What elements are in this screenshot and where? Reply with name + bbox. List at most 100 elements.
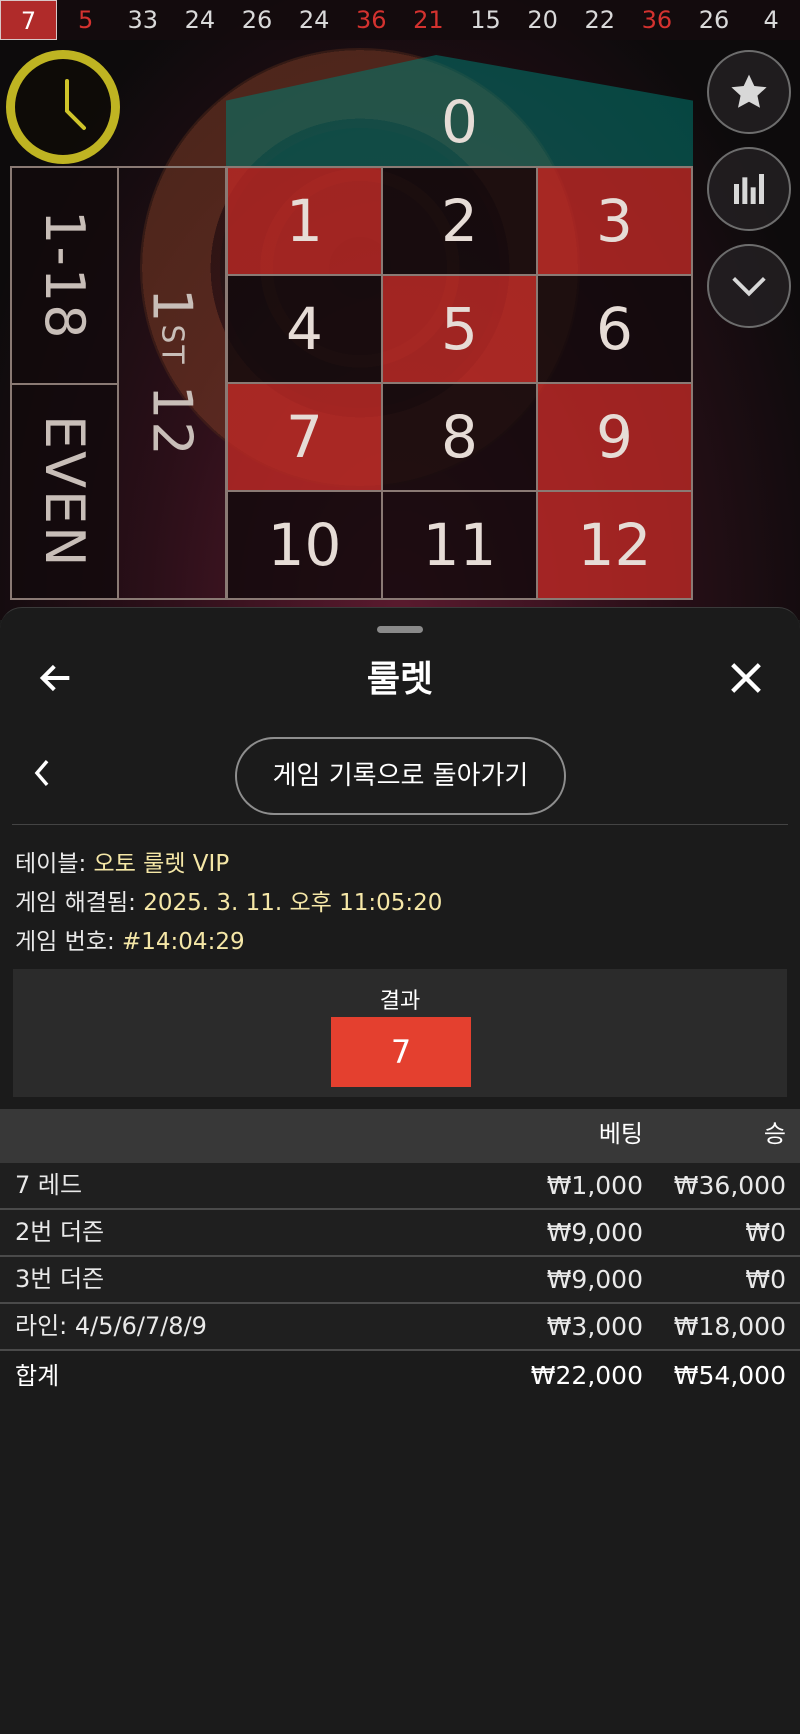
history-item: 21 <box>413 6 444 34</box>
cell-label: 11 <box>422 511 497 579</box>
game-number-info: 게임 번호: #14:04:29 <box>15 922 245 956</box>
bet-name: 라인: 4/5/6/7/8/9 <box>15 1312 207 1340</box>
divider <box>12 824 788 825</box>
history-item: 36 <box>641 6 673 34</box>
bet-cell-9[interactable]: 9 <box>536 382 693 492</box>
cell-label: 6 <box>596 295 633 363</box>
back-to-history-button[interactable]: 게임 기록으로 돌아가기 <box>235 737 566 815</box>
bet-1-18-label: 1-18 <box>33 210 96 341</box>
history-item: 15 <box>470 6 501 34</box>
bet-cell-4[interactable]: 4 <box>226 274 383 384</box>
bet-cell-6[interactable]: 6 <box>536 274 693 384</box>
dozen-value: 12 <box>140 384 204 458</box>
win-amount: ₩18,000 <box>673 1312 786 1341</box>
history-item: 4 <box>763 6 779 34</box>
sheet-drag-handle[interactable] <box>377 626 423 633</box>
timer-hand <box>64 108 87 131</box>
bet-cell-7[interactable]: 7 <box>226 382 383 492</box>
cell-label: 3 <box>596 187 633 255</box>
table-value: 오토 룰렛 VIP <box>93 851 230 877</box>
statistics-button[interactable] <box>707 147 791 231</box>
bet-even-label: EVEN <box>33 414 96 569</box>
history-item: 5 <box>78 6 94 34</box>
bet-cell-10[interactable]: 10 <box>226 490 383 600</box>
bet-cell-3[interactable]: 3 <box>536 166 693 276</box>
chevron-left-icon <box>34 759 49 787</box>
result-history-strip: 7 5 33 24 26 24 36 21 15 20 22 36 26 4 <box>0 0 800 40</box>
bet-table: 베팅 승 7 레드 ₩1,000 ₩36,000 2번 더즌 ₩9,000 ₩0… <box>0 1109 800 1401</box>
bet-name: 3번 더즌 <box>15 1265 105 1293</box>
bet-name: 2번 더즌 <box>15 1218 105 1246</box>
resolved-label: 게임 해결됨: <box>15 890 136 916</box>
game-area: 0 1-18 EVEN 1ST 12 1 2 3 4 5 6 7 8 9 10 … <box>0 0 800 620</box>
total-bet: ₩22,000 <box>530 1361 643 1390</box>
table-row: 2번 더즌 ₩9,000 ₩0 <box>0 1210 800 1257</box>
star-icon <box>731 74 767 108</box>
game-number-value: #14:04:29 <box>122 929 245 955</box>
column-win: 승 <box>763 1120 786 1148</box>
total-label: 합계 <box>15 1362 60 1390</box>
history-item: 33 <box>127 6 159 34</box>
chevron-down-icon <box>732 276 766 297</box>
total-row: 합계 ₩22,000 ₩54,000 <box>0 1351 800 1401</box>
table-info: 테이블: 오토 룰렛 VIP <box>15 844 229 878</box>
bet-even[interactable]: EVEN <box>10 383 119 600</box>
bet-amount: ₩9,000 <box>546 1218 643 1247</box>
cell-label: 9 <box>596 403 633 471</box>
result-panel: 결과 7 <box>13 969 787 1097</box>
statistics-icon <box>734 174 764 204</box>
bet-amount: ₩9,000 <box>546 1265 643 1294</box>
bet-cell-11[interactable]: 11 <box>381 490 538 600</box>
cell-label: 5 <box>441 295 478 363</box>
dozen-suffix: ST <box>154 324 190 366</box>
history-item: 26 <box>698 6 730 34</box>
history-item: 20 <box>527 6 558 34</box>
history-item: 7 <box>0 0 58 40</box>
history-item: 26 <box>241 6 273 34</box>
bet-cell-1[interactable]: 1 <box>226 166 383 276</box>
cell-label: 1 <box>286 187 323 255</box>
history-item: 36 <box>356 6 387 34</box>
bet-cell-5[interactable]: 5 <box>381 274 538 384</box>
sheet-title: 룰렛 <box>366 659 434 700</box>
bet-cell-8[interactable]: 8 <box>381 382 538 492</box>
bet-cell-2[interactable]: 2 <box>381 166 538 276</box>
bet-1st-12[interactable]: 1ST 12 <box>117 166 227 600</box>
bet-cell-zero[interactable]: 0 <box>226 55 693 169</box>
cell-label: 10 <box>267 511 342 579</box>
bet-name: 7 레드 <box>15 1171 83 1199</box>
game-number-label: 게임 번호: <box>15 929 115 955</box>
resolved-value: 2025. 3. 11. 오후 11:05:20 <box>143 890 443 916</box>
betting-board: 0 1-18 EVEN 1ST 12 1 2 3 4 5 6 7 8 9 10 … <box>0 0 800 620</box>
cell-label: 12 <box>577 511 652 579</box>
favorite-button[interactable] <box>707 50 791 134</box>
bet-amount: ₩1,000 <box>546 1171 643 1200</box>
win-amount: ₩0 <box>745 1218 786 1247</box>
dozen-label: 1ST 12 <box>141 288 204 458</box>
result-number-badge: 7 <box>331 1017 471 1087</box>
bet-1-18[interactable]: 1-18 <box>10 166 119 385</box>
cell-label: 2 <box>441 187 478 255</box>
column-bet: 베팅 <box>598 1120 643 1148</box>
history-item: 24 <box>298 6 330 34</box>
previous-game-button[interactable] <box>30 756 54 790</box>
dozen-number: 1 <box>140 288 204 325</box>
game-detail-sheet: 룰렛 게임 기록으로 돌아가기 테이블: 오토 룰렛 VIP 게임 해결됨: 2… <box>0 607 800 1734</box>
bet-cell-12[interactable]: 12 <box>536 490 693 600</box>
zero-label: 0 <box>441 88 478 156</box>
timer-hand <box>65 79 69 112</box>
history-item: 22 <box>584 6 616 34</box>
collapse-button[interactable] <box>707 244 791 328</box>
win-amount: ₩36,000 <box>673 1171 786 1200</box>
table-row: 3번 더즌 ₩9,000 ₩0 <box>0 1257 800 1304</box>
win-amount: ₩0 <box>745 1265 786 1294</box>
bet-amount: ₩3,000 <box>546 1312 643 1341</box>
history-item: 24 <box>184 6 216 34</box>
cell-label: 4 <box>286 295 323 363</box>
result-label: 결과 <box>379 989 421 1014</box>
cell-label: 7 <box>286 403 323 471</box>
table-row: 7 레드 ₩1,000 ₩36,000 <box>0 1163 800 1210</box>
countdown-timer-icon <box>6 50 120 164</box>
close-button[interactable] <box>726 658 766 698</box>
total-win: ₩54,000 <box>673 1361 786 1390</box>
